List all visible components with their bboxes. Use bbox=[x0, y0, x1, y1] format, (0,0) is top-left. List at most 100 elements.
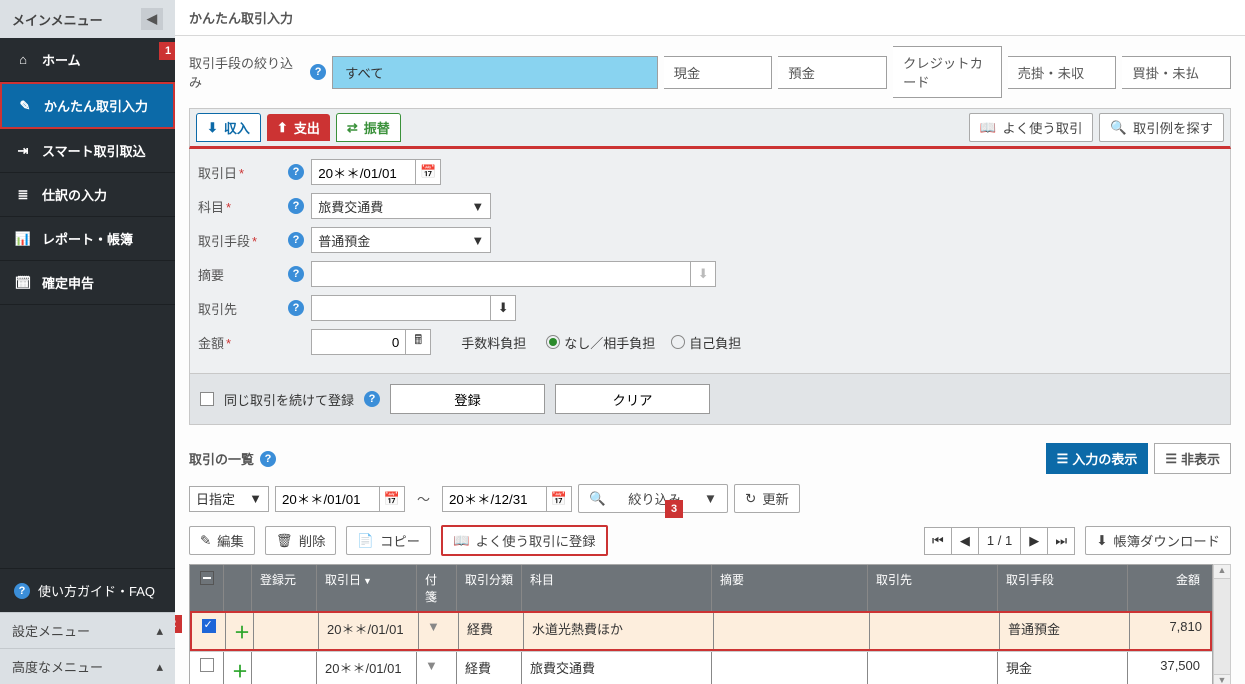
delete-button[interactable]: 🗑 削除 bbox=[265, 526, 337, 555]
sidebar-guide[interactable]: ? 使い方ガイド・FAQ bbox=[0, 568, 175, 612]
date-input[interactable] bbox=[311, 159, 416, 185]
copy-button[interactable]: 📄コピー bbox=[346, 526, 431, 555]
calendar-icon[interactable]: 📅 bbox=[379, 486, 405, 512]
help-icon[interactable]: ? bbox=[288, 300, 304, 316]
desc-label: 摘要 bbox=[198, 265, 288, 284]
header-meth[interactable]: 取引手段 bbox=[998, 565, 1128, 611]
sidebar-advanced-label: 高度なメニュー bbox=[12, 657, 103, 676]
desc-dropdown-button[interactable]: ⬇ bbox=[690, 261, 716, 287]
download-button[interactable]: ⬇ 帳簿ダウンロード bbox=[1085, 526, 1231, 555]
view-show-button[interactable]: ☰入力の表示 bbox=[1046, 443, 1149, 474]
row-checkbox[interactable] bbox=[202, 619, 216, 633]
account-select[interactable]: 旅費交通費▼ bbox=[311, 193, 491, 219]
sidebar-title: メインメニュー bbox=[12, 10, 103, 29]
repeat-checkbox[interactable] bbox=[200, 392, 214, 406]
date-to-input[interactable] bbox=[442, 486, 547, 512]
help-icon[interactable]: ? bbox=[288, 232, 304, 248]
sidebar-item-home[interactable]: ⌂ ホーム 1 bbox=[0, 38, 175, 82]
fee-radio-self[interactable]: 自己負担 bbox=[671, 333, 741, 352]
header-tag[interactable]: 付箋 bbox=[417, 565, 457, 611]
btn-label: 削除 bbox=[299, 531, 326, 550]
row-cust bbox=[868, 652, 998, 684]
favorites-button[interactable]: 📖よく使う取引 bbox=[969, 113, 1094, 142]
sidebar-settings[interactable]: 設定メニュー ▴ bbox=[0, 612, 175, 648]
sidebar-item-smart-import[interactable]: ⇥ スマート取引取込 bbox=[0, 129, 175, 173]
header-src[interactable]: 登録元 bbox=[252, 565, 317, 611]
edit-button[interactable]: ✎編集 bbox=[189, 526, 255, 555]
header-desc[interactable]: 摘要 bbox=[712, 565, 868, 611]
tab-transfer[interactable]: ⇄振替 bbox=[336, 113, 401, 142]
header-date[interactable]: 取引日▼ bbox=[317, 565, 417, 611]
filter-tab-payable[interactable]: 買掛・未払 bbox=[1122, 56, 1231, 89]
header-acct[interactable]: 科目 bbox=[522, 565, 712, 611]
pencil-icon: ✎ bbox=[16, 97, 34, 115]
chevron-down-icon[interactable]: ▼ bbox=[425, 658, 438, 673]
sidebar-collapse-button[interactable]: ◀ bbox=[141, 8, 163, 30]
pager-next[interactable]: ▶ bbox=[1020, 527, 1048, 555]
sidebar-item-tax[interactable]: 🗓 確定申告 bbox=[0, 261, 175, 305]
tab-expense[interactable]: ⬆支出 bbox=[267, 114, 330, 141]
sidebar-item-journal[interactable]: ≣ 仕訳の入力 bbox=[0, 173, 175, 217]
download-icon: ⬇ bbox=[1096, 533, 1107, 549]
sidebar-item-reports[interactable]: 📊 レポート・帳簿 bbox=[0, 217, 175, 261]
table-row[interactable]: ＋ 20＊＊/01/01 ▼ 経費 旅費交通費 現金 37,500 bbox=[190, 651, 1212, 684]
clear-button[interactable]: クリア bbox=[555, 384, 710, 414]
date-mode-select[interactable]: 日指定▼ bbox=[189, 486, 269, 512]
calculator-icon[interactable]: 🖩 bbox=[405, 329, 431, 355]
help-icon[interactable]: ? bbox=[364, 391, 380, 407]
page-title: かんたん取引入力 bbox=[175, 0, 1245, 36]
tab-income[interactable]: ⬇収入 bbox=[196, 113, 261, 142]
filter-tab-cash[interactable]: 現金 bbox=[664, 56, 773, 89]
btn-label: 編集 bbox=[217, 531, 244, 550]
pager-first[interactable]: ⏮ bbox=[924, 527, 952, 555]
customer-input[interactable] bbox=[311, 295, 491, 321]
help-icon[interactable]: ? bbox=[288, 198, 304, 214]
sidebar: メインメニュー ◀ ⌂ ホーム 1 ✎ かんたん取引入力 ⇥ スマート取引取込 … bbox=[0, 0, 175, 684]
row-meth: 現金 bbox=[998, 652, 1128, 684]
form-area: 取引日* ? 📅 科目* ? 旅費交通費▼ 取引手段* ? 普通預金▼ 摘要 bbox=[189, 149, 1231, 374]
customer-dropdown-button[interactable]: ⬇ bbox=[490, 295, 516, 321]
date-from-input[interactable] bbox=[275, 486, 380, 512]
calendar-icon[interactable]: 📅 bbox=[415, 159, 441, 185]
chevron-down-icon[interactable]: ▼ bbox=[427, 619, 440, 634]
row-date: 20＊＊/01/01 bbox=[319, 613, 419, 649]
calendar-icon[interactable]: 📅 bbox=[546, 486, 572, 512]
help-icon[interactable]: ? bbox=[260, 451, 276, 467]
sidebar-item-easy-entry[interactable]: ✎ かんたん取引入力 bbox=[0, 82, 175, 129]
table-row[interactable]: ＋ 20＊＊/01/01 ▼ 経費 水道光熱費ほか 普通預金 7,810 bbox=[190, 611, 1212, 651]
sidebar-advanced[interactable]: 高度なメニュー ▴ bbox=[0, 648, 175, 684]
help-icon: ? bbox=[14, 583, 30, 599]
btn-label: 帳簿ダウンロード bbox=[1113, 531, 1220, 550]
vertical-scrollbar[interactable]: ▲ ▼ bbox=[1213, 564, 1231, 684]
filter-tab-all[interactable]: すべて bbox=[332, 56, 658, 89]
method-select[interactable]: 普通預金▼ bbox=[311, 227, 491, 253]
amount-input[interactable] bbox=[311, 329, 406, 355]
expand-row-icon[interactable]: ＋ bbox=[232, 664, 248, 681]
add-to-favorites-button[interactable]: 📖よく使う取引に登録 bbox=[441, 525, 608, 556]
sidebar-guide-label: 使い方ガイド・FAQ bbox=[38, 581, 155, 600]
pager-last[interactable]: ⏭ bbox=[1047, 527, 1075, 555]
submit-button[interactable]: 登録 bbox=[390, 384, 545, 414]
help-icon[interactable]: ? bbox=[310, 64, 326, 80]
help-icon[interactable]: ? bbox=[288, 164, 304, 180]
view-hide-button[interactable]: ☰非表示 bbox=[1154, 443, 1231, 474]
header-checkbox[interactable] bbox=[190, 565, 224, 611]
pager-prev[interactable]: ◀ bbox=[951, 527, 979, 555]
trash-icon: 🗑 bbox=[276, 533, 293, 549]
fee-radio-none[interactable]: なし／相手負担 bbox=[546, 333, 655, 352]
row-checkbox[interactable] bbox=[200, 658, 214, 672]
header-amt[interactable]: 金額 bbox=[1128, 565, 1208, 611]
refresh-button[interactable]: ↻更新 bbox=[734, 484, 800, 513]
search-examples-button[interactable]: 🔍取引例を探す bbox=[1099, 113, 1224, 142]
header-cust[interactable]: 取引先 bbox=[868, 565, 998, 611]
filter-dropdown-button[interactable]: 🔍絞り込み▼ bbox=[578, 484, 728, 513]
filter-tab-deposit[interactable]: 預金 bbox=[778, 56, 887, 89]
list-icon: ☰ bbox=[1057, 451, 1069, 467]
help-icon[interactable]: ? bbox=[288, 266, 304, 282]
filter-tab-credit[interactable]: クレジットカード bbox=[893, 46, 1002, 98]
filter-tab-receivable[interactable]: 売掛・未収 bbox=[1008, 56, 1117, 89]
header-cat[interactable]: 取引分類 bbox=[457, 565, 522, 611]
expand-row-icon[interactable]: ＋ bbox=[234, 625, 250, 642]
row-cat: 経費 bbox=[457, 652, 522, 684]
desc-input[interactable] bbox=[311, 261, 691, 287]
